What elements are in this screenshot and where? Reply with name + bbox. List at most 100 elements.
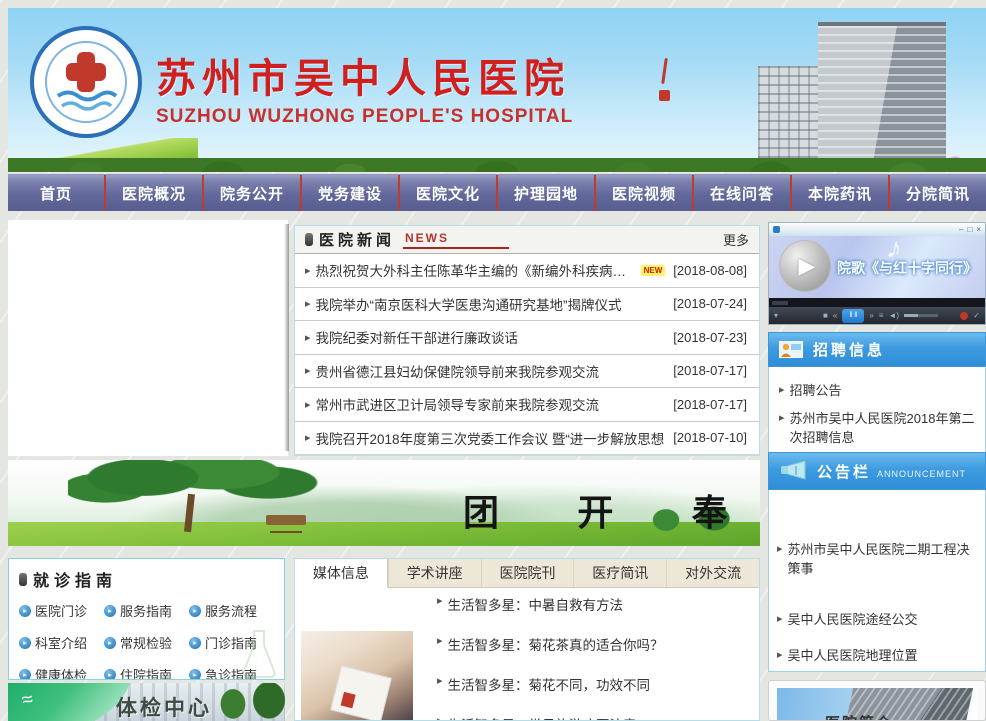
tab-medical-briefs[interactable]: 医疗简讯 xyxy=(573,559,666,587)
nav-item-video[interactable]: 医院视频 xyxy=(594,175,692,211)
media-article-link[interactable]: ▸ 生活智多星：菊花不同，功效不同 xyxy=(437,674,749,694)
news-list: ▸ 热烈祝贺大外科主任陈革华主编的《新编外科疾病诊断与治 NEW [2018-0… xyxy=(295,254,759,455)
close-icon[interactable]: × xyxy=(976,226,981,234)
bullet-icon xyxy=(305,233,313,246)
minimize-icon[interactable]: – xyxy=(959,226,963,234)
recruitment-link[interactable]: ▸ 苏州市吴中人民医院2018年第二次招聘信息 xyxy=(779,409,975,447)
announcement-subtitle: ANNOUNCEMENT xyxy=(877,469,966,479)
maximize-icon[interactable]: □ xyxy=(967,226,972,234)
volume-icon[interactable]: ◄) xyxy=(888,311,899,321)
hospital-intro-label: 医院简介 xyxy=(825,712,893,721)
circle-arrow-icon: ▸ xyxy=(189,637,201,649)
news-subtitle: NEWS xyxy=(403,231,509,249)
tab-hospital-journal[interactable]: 医院院刊 xyxy=(481,559,574,587)
announcement-link[interactable]: ▸ 吴中人民医院途经公交 xyxy=(777,610,979,629)
circle-arrow-icon: ▸ xyxy=(104,669,116,681)
recruitment-link[interactable]: ▸ 招聘公告 xyxy=(779,381,975,400)
nav-item-party-building[interactable]: 党务建设 xyxy=(300,175,398,211)
window-controls: – □ × xyxy=(959,226,981,234)
megaphone-icon xyxy=(779,460,807,482)
media-thumbnail-image xyxy=(301,631,413,721)
news-more-link[interactable]: 更多 xyxy=(723,230,749,249)
announcement-link[interactable]: ▸ 苏州市吴中人民医院二期工程决策事 xyxy=(777,540,979,578)
circle-arrow-icon: ▸ xyxy=(104,605,116,617)
trees-decoration xyxy=(205,683,285,721)
media-article-link[interactable]: ▸ 生活智多星：菊花茶真的适合你吗？ xyxy=(437,634,749,654)
arrow-icon: ▸ xyxy=(437,634,443,654)
next-icon[interactable]: » xyxy=(869,311,873,321)
circle-arrow-icon: ▸ xyxy=(189,669,201,681)
guide-link-routine-tests[interactable]: ▸常规检验 xyxy=(104,633,189,652)
media-article-link[interactable]: ▸ 生活智多星：常见旅游病要注意 xyxy=(437,714,749,721)
news-row: ▸ 贵州省德江县妇幼保健院领导前来我院参观交流 [2018-07-17] xyxy=(295,355,759,389)
news-row: ▸ 我院举办“南京医科大学医患沟通研究基地”揭牌仪式 [2018-07-24] xyxy=(295,288,759,322)
nav-item-culture[interactable]: 医院文化 xyxy=(398,175,496,211)
arrow-icon: ▸ xyxy=(437,674,443,694)
media-article-link[interactable]: ▸ 生活智多星：中暑自救有方法 xyxy=(437,594,749,614)
news-header: 医院新闻 NEWS 更多 xyxy=(295,226,759,254)
play-button[interactable]: ▶ xyxy=(779,240,831,292)
previous-icon[interactable]: « xyxy=(833,311,837,321)
news-link[interactable]: 热烈祝贺大外科主任陈革华主编的《新编外科疾病诊断与治 xyxy=(316,260,637,280)
guide-link-service-flow[interactable]: ▸服务流程 xyxy=(189,601,274,620)
player-app-icon xyxy=(773,226,780,233)
recruitment-icon xyxy=(779,341,803,358)
news-link[interactable]: 我院召开2018年度第三次党委工作会议 暨“进一步解放思想 xyxy=(316,428,665,448)
recruitment-header: 招聘信息 xyxy=(768,332,986,367)
player-titlebar[interactable]: – □ × xyxy=(769,223,985,236)
checkup-center-label: 体检中心 xyxy=(116,692,212,721)
record-icon[interactable] xyxy=(960,312,968,320)
tab-media-info[interactable]: 媒体信息 xyxy=(295,559,388,588)
news-date: [2018-07-24] xyxy=(665,296,747,311)
magazine-decoration xyxy=(330,665,392,721)
playlist-icon[interactable]: ≡ xyxy=(879,311,884,321)
check-icon[interactable]: ✓ xyxy=(973,311,980,321)
hospital-building-photo xyxy=(740,8,986,172)
circle-arrow-icon: ▸ xyxy=(19,669,31,681)
guide-link-service-guide[interactable]: ▸服务指南 xyxy=(104,601,189,620)
news-link[interactable]: 我院举办“南京医科大学医患沟通研究基地”揭牌仪式 xyxy=(316,294,622,314)
trees-decoration xyxy=(8,152,986,172)
nav-item-nursing[interactable]: 护理园地 xyxy=(496,175,594,211)
hospital-intro-card[interactable]: 医院简介 xyxy=(768,680,986,721)
intro-building-image: 医院简介 xyxy=(777,688,977,721)
bench-decoration xyxy=(266,515,306,525)
announcement-link[interactable]: ▸ 吴中人民医院地理位置 xyxy=(777,646,979,665)
site-header: 苏州市吴中人民医院 SUZHOU WUZHONG PEOPLE'S HOSPIT… xyxy=(8,8,986,172)
stop-icon[interactable]: ■ xyxy=(823,311,828,321)
pause-button[interactable]: ‖ ‖ xyxy=(842,309,864,323)
guide-link-inpatient-guide[interactable]: ▸住院指南 xyxy=(104,665,189,680)
nav-item-qa[interactable]: 在线问答 xyxy=(692,175,790,211)
player-screen: ♪ ♪ ▶ 院歌《与红十字同行》 xyxy=(769,236,985,298)
hospital-news-panel: 医院新闻 NEWS 更多 ▸ 热烈祝贺大外科主任陈革华主编的《新编外科疾病诊断与… xyxy=(294,225,760,456)
calligraphy-seal xyxy=(656,58,672,98)
guide-link-departments[interactable]: ▸科室介绍 xyxy=(19,633,104,652)
announcement-panel: 公告栏 ANNOUNCEMENT ▸ 苏州市吴中人民医院二期工程决策事 ▸ 吴中… xyxy=(768,452,986,672)
news-row: ▸ 我院纪委对新任干部进行廉政谈话 [2018-07-23] xyxy=(295,321,759,355)
nav-item-branch-news[interactable]: 分院简讯 xyxy=(888,175,986,211)
tab-external-exchange[interactable]: 对外交流 xyxy=(666,559,759,587)
nav-item-overview[interactable]: 医院概况 xyxy=(104,175,202,211)
slogan-word: 团结 xyxy=(463,484,531,546)
guide-link-outpatient[interactable]: ▸医院门诊 xyxy=(19,601,104,620)
news-row: ▸ 我院召开2018年度第三次党委工作会议 暨“进一步解放思想 [2018-07… xyxy=(295,422,759,456)
news-link[interactable]: 常州市武进区卫计局领导专家前来我院参观交流 xyxy=(316,394,600,414)
main-navbar: 首页 医院概况 院务公开 党务建设 医院文化 护理园地 医院视频 在线问答 本院… xyxy=(8,174,986,211)
news-title: 医院新闻 xyxy=(319,229,395,250)
video-player-window: – □ × ♪ ♪ ▶ 院歌《与红十字同行》 ▾ ■ « ‖ ‖ » ≡ ◄) … xyxy=(768,222,986,325)
volume-slider[interactable] xyxy=(904,314,938,317)
guide-link-health-checkup[interactable]: ▸健康体检 xyxy=(19,665,104,680)
photo-slideshow[interactable] xyxy=(8,220,288,456)
guide-title: 就诊指南 xyxy=(33,567,117,591)
news-link[interactable]: 我院纪委对新任干部进行廉政谈话 xyxy=(316,327,519,347)
checkup-center-banner[interactable]: ≈ 体检中心 xyxy=(8,683,285,721)
dropdown-icon[interactable]: ▾ xyxy=(774,311,778,321)
recruitment-panel: 招聘信息 ▸ 招聘公告 ▸ 苏州市吴中人民医院2018年第二次招聘信息 xyxy=(768,332,986,456)
news-link[interactable]: 贵州省德江县妇幼保健院领导前来我院参观交流 xyxy=(316,361,600,381)
tab-academic-lectures[interactable]: 学术讲座 xyxy=(388,559,481,587)
arrow-icon: ▸ xyxy=(305,364,311,377)
nav-item-home[interactable]: 首页 xyxy=(8,175,104,211)
arrow-icon: ▸ xyxy=(305,331,311,344)
nav-item-pharmacy-news[interactable]: 本院药讯 xyxy=(790,175,888,211)
nav-item-public-affairs[interactable]: 院务公开 xyxy=(202,175,300,211)
